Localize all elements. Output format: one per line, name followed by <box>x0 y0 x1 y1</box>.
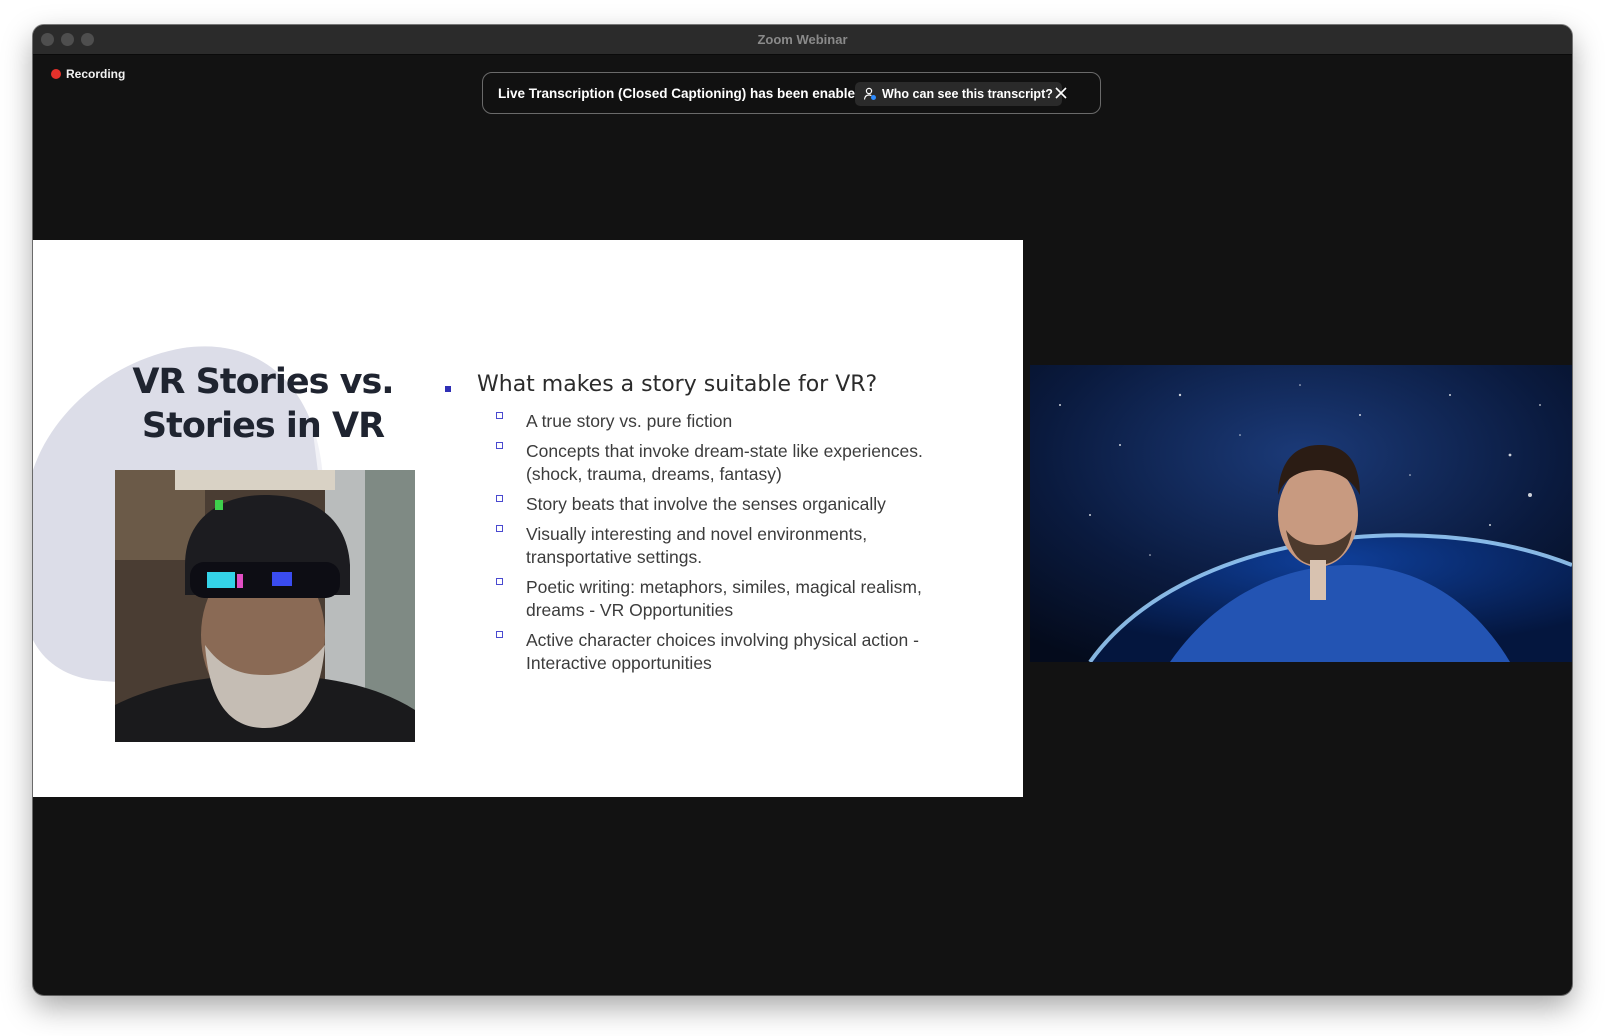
hollow-square-bullet-icon <box>496 631 503 638</box>
banner-message: Live Transcription (Closed Captioning) h… <box>498 86 864 101</box>
slide-title-line1: VR Stories vs. <box>132 362 394 402</box>
who-can-see-transcript-button[interactable]: Who can see this transcript? <box>855 82 1062 106</box>
slide-title-line2: Stories in VR <box>141 406 385 446</box>
speaker-video-tile[interactable] <box>1030 365 1572 662</box>
speaker-video-frame <box>1030 365 1572 662</box>
sub-bullet-item: Poetic writing: metaphors, similes, magi… <box>496 576 946 622</box>
zoom-window: Zoom Webinar Recording Live Transcriptio… <box>33 25 1572 995</box>
hollow-square-bullet-icon <box>496 442 503 449</box>
slide-title: VR Stories vs. Stories in VR <box>113 360 413 448</box>
hollow-square-bullet-icon <box>496 525 503 532</box>
sub-bullet-item: Concepts that invoke dream-state like ex… <box>496 440 946 486</box>
window-title: Zoom Webinar <box>757 32 848 47</box>
hollow-square-bullet-icon <box>496 578 503 585</box>
shared-slide: VR Stories vs. Stories in VR What makes … <box>33 240 1023 797</box>
main-bullet-text: What makes a story suitable for VR? <box>477 372 878 397</box>
hollow-square-bullet-icon <box>496 495 503 502</box>
vr-headset-photo <box>115 470 415 742</box>
person-icon <box>863 87 876 100</box>
main-bullet-icon <box>445 386 451 392</box>
sub-bullet-list: A true story vs. pure fiction Concepts t… <box>496 410 946 682</box>
title-bar: Zoom Webinar <box>33 25 1572 55</box>
transcription-banner: Live Transcription (Closed Captioning) h… <box>482 72 1101 114</box>
close-banner-icon[interactable] <box>1053 85 1069 101</box>
sub-bullet-item: Visually interesting and novel environme… <box>496 523 946 569</box>
hollow-square-bullet-icon <box>496 412 503 419</box>
recording-indicator: Recording <box>51 67 125 81</box>
sub-bullet-item: A true story vs. pure fiction <box>496 410 946 433</box>
main-bullet-point: What makes a story suitable for VR? <box>445 372 877 397</box>
sub-bullet-item: Active character choices involving physi… <box>496 629 946 675</box>
who-can-see-label: Who can see this transcript? <box>882 87 1053 101</box>
recording-dot-icon <box>51 69 61 79</box>
sub-bullet-item: Story beats that involve the senses orga… <box>496 493 946 516</box>
recording-label: Recording <box>66 67 126 81</box>
